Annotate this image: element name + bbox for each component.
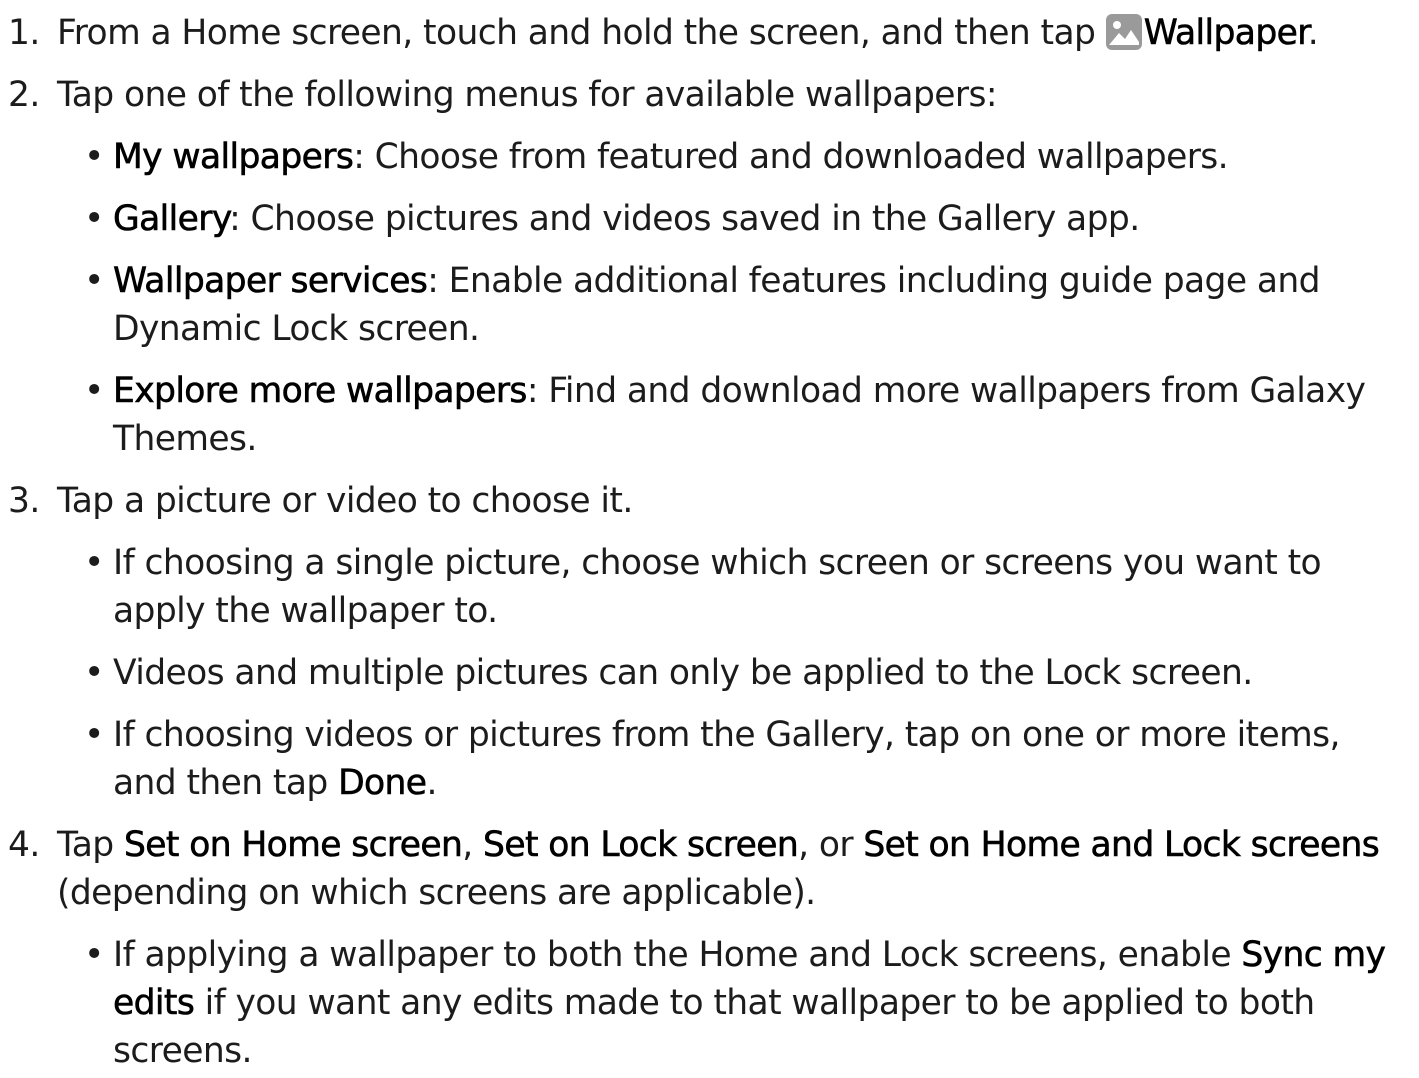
list-item-text: If choosing videos or pictures from the … xyxy=(113,715,1340,803)
instructions-document: 1. From a Home screen, touch and hold th… xyxy=(0,0,1419,1075)
wallpaper-icon xyxy=(1105,14,1142,50)
step-4: 4. Tap Set on Home screen, Set on Lock s… xyxy=(0,821,1419,917)
list-item-text: Videos and multiple pictures can only be… xyxy=(113,653,1253,693)
step-number: 2. xyxy=(8,75,40,115)
list-item: • If applying a wallpaper to both the Ho… xyxy=(0,931,1419,1075)
wallpaper-label: Wallpaper xyxy=(1143,13,1308,54)
list-item: • If choosing videos or pictures from th… xyxy=(0,711,1419,807)
punctuation: . xyxy=(1307,13,1319,53)
set-home-lock-label: Set on Home and Lock screens xyxy=(863,825,1380,866)
step-number: 1. xyxy=(8,13,40,53)
step-text: , or xyxy=(798,825,864,865)
menu-name: Wallpaper services xyxy=(113,261,428,302)
step-text: (depending on which screens are applicab… xyxy=(57,873,816,913)
bullet-icon: • xyxy=(84,261,104,301)
bullet-icon: • xyxy=(84,137,104,177)
step-3: 3. Tap a picture or video to choose it. xyxy=(0,477,1419,525)
bullet-icon: • xyxy=(84,935,104,975)
menu-name: My wallpapers xyxy=(113,137,354,178)
list-item-text: If applying a wallpaper to both the Home… xyxy=(113,935,1242,975)
menu-name: Explore more wallpapers xyxy=(113,371,528,412)
step-2: 2. Tap one of the following menus for av… xyxy=(0,71,1419,119)
list-item: • Explore more wallpapers: Find and down… xyxy=(0,367,1419,463)
menu-name: Gallery xyxy=(113,199,230,240)
set-lock-label: Set on Lock screen xyxy=(483,825,799,866)
list-item: • If choosing a single picture, choose w… xyxy=(0,539,1419,635)
bullet-icon: • xyxy=(84,543,104,583)
bullet-icon: • xyxy=(84,199,104,239)
step-number: 3. xyxy=(8,481,40,521)
step-text: Tap xyxy=(57,825,124,865)
menu-description: : Choose pictures and videos saved in th… xyxy=(229,199,1140,239)
step-text: Tap one of the following menus for avail… xyxy=(57,75,997,115)
bullet-icon: • xyxy=(84,715,104,755)
list-item: • Videos and multiple pictures can only … xyxy=(0,649,1419,697)
punctuation: . xyxy=(426,763,437,803)
step-1: 1. From a Home screen, touch and hold th… xyxy=(0,9,1419,57)
list-item: • Wallpaper services: Enable additional … xyxy=(0,257,1419,353)
list-item: • Gallery: Choose pictures and videos sa… xyxy=(0,195,1419,243)
done-label: Done xyxy=(338,763,428,804)
list-item-text: if you want any edits made to that wallp… xyxy=(113,983,1315,1071)
step-number: 4. xyxy=(8,825,40,865)
list-item: • My wallpapers: Choose from featured an… xyxy=(0,133,1419,181)
step-text: Tap a picture or video to choose it. xyxy=(57,481,633,521)
step-text: , xyxy=(462,825,484,865)
menu-description: : Choose from featured and downloaded wa… xyxy=(353,137,1229,177)
list-item-text: If choosing a single picture, choose whi… xyxy=(113,543,1322,631)
step-text: From a Home screen, touch and hold the s… xyxy=(57,13,1106,53)
bullet-icon: • xyxy=(84,371,104,411)
set-home-label: Set on Home screen xyxy=(123,825,463,866)
bullet-icon: • xyxy=(84,653,104,693)
